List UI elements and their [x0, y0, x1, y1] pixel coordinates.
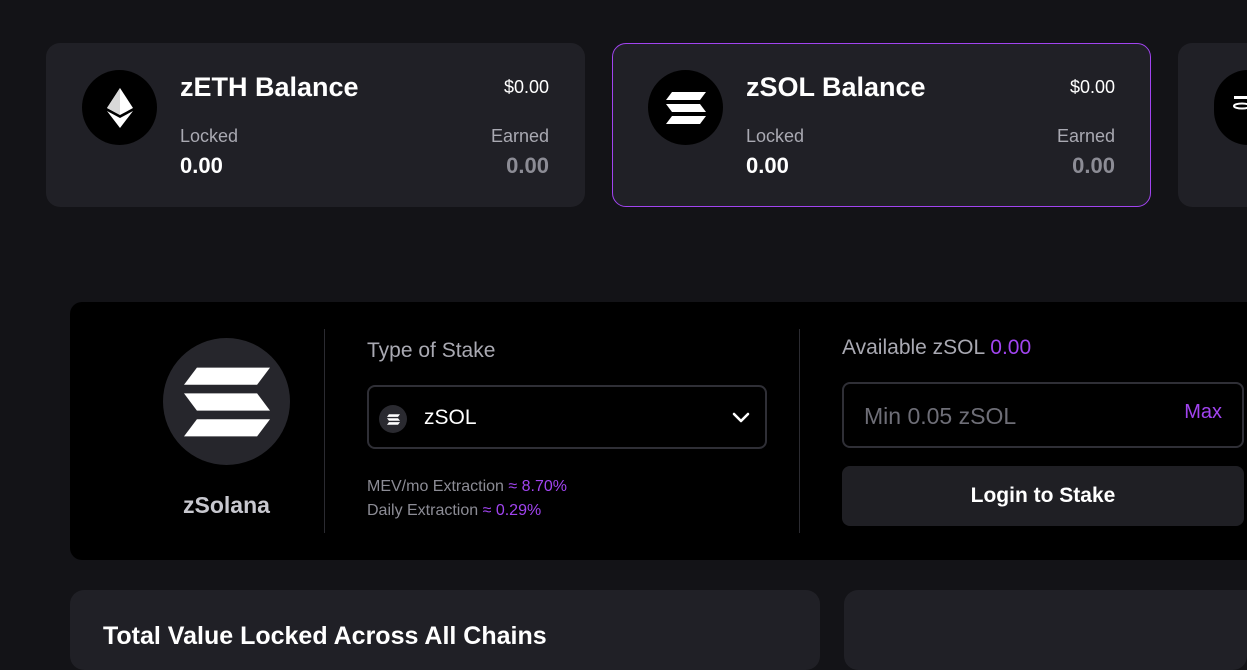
coin-icon: [1214, 70, 1247, 145]
partial-balance-card[interactable]: [1178, 43, 1247, 207]
available-balance: Available zSOL 0.00: [842, 336, 1031, 360]
daily-extraction: Daily Extraction ≈ 0.29%: [367, 502, 541, 520]
stake-amount-input[interactable]: [862, 398, 1146, 434]
usd-balance: $0.00: [503, 77, 549, 97]
solana-icon: [163, 338, 290, 465]
daily-label: Daily Extraction: [367, 502, 479, 519]
zeth-balance-card[interactable]: zETH Balance $0.00 Locked 0.00 Earned 0.…: [46, 43, 585, 207]
earned-label: Earned: [490, 126, 549, 146]
divider: [799, 329, 800, 533]
ethereum-icon: [82, 70, 157, 145]
available-value: 0.00: [990, 336, 1032, 359]
login-to-stake-button[interactable]: Login to Stake: [842, 466, 1244, 526]
available-label: Available zSOL: [842, 336, 985, 359]
usd-balance: $0.00: [1069, 77, 1115, 97]
earned-value: 0.00: [1072, 153, 1115, 178]
mev-value: ≈ 8.70%: [508, 478, 567, 495]
chevron-down-icon: [732, 412, 750, 423]
secondary-card: [844, 590, 1247, 670]
locked-label: Locked: [746, 126, 805, 146]
coin-name: zSolana: [183, 492, 270, 518]
mev-label: MEV/mo Extraction: [367, 478, 504, 495]
stake-amount-field[interactable]: Max: [842, 382, 1244, 448]
zsol-balance-card[interactable]: zSOL Balance $0.00 Locked 0.00 Earned 0.…: [612, 43, 1151, 207]
card-title: zSOL Balance: [746, 72, 926, 102]
divider: [324, 329, 325, 533]
stake-type-label: Type of Stake: [367, 339, 496, 362]
max-button[interactable]: Max: [1184, 401, 1222, 424]
card-title: zETH Balance: [180, 72, 359, 102]
locked-label: Locked: [180, 126, 239, 146]
tvl-card: Total Value Locked Across All Chains: [70, 590, 820, 670]
tvl-title: Total Value Locked Across All Chains: [103, 622, 547, 650]
earned-label: Earned: [1056, 126, 1115, 146]
stake-panel: zSolana Type of Stake zSOL MEV/mo Extrac…: [70, 302, 1247, 560]
stake-type-select[interactable]: zSOL: [367, 385, 767, 449]
mev-extraction: MEV/mo Extraction ≈ 8.70%: [367, 478, 567, 496]
locked-value: 0.00: [746, 153, 789, 178]
solana-icon: [379, 405, 407, 433]
daily-value: ≈ 0.29%: [482, 502, 542, 519]
locked-value: 0.00: [180, 153, 223, 178]
solana-icon: [648, 70, 723, 145]
earned-value: 0.00: [506, 153, 549, 178]
selected-stake-type: zSOL: [424, 406, 477, 429]
